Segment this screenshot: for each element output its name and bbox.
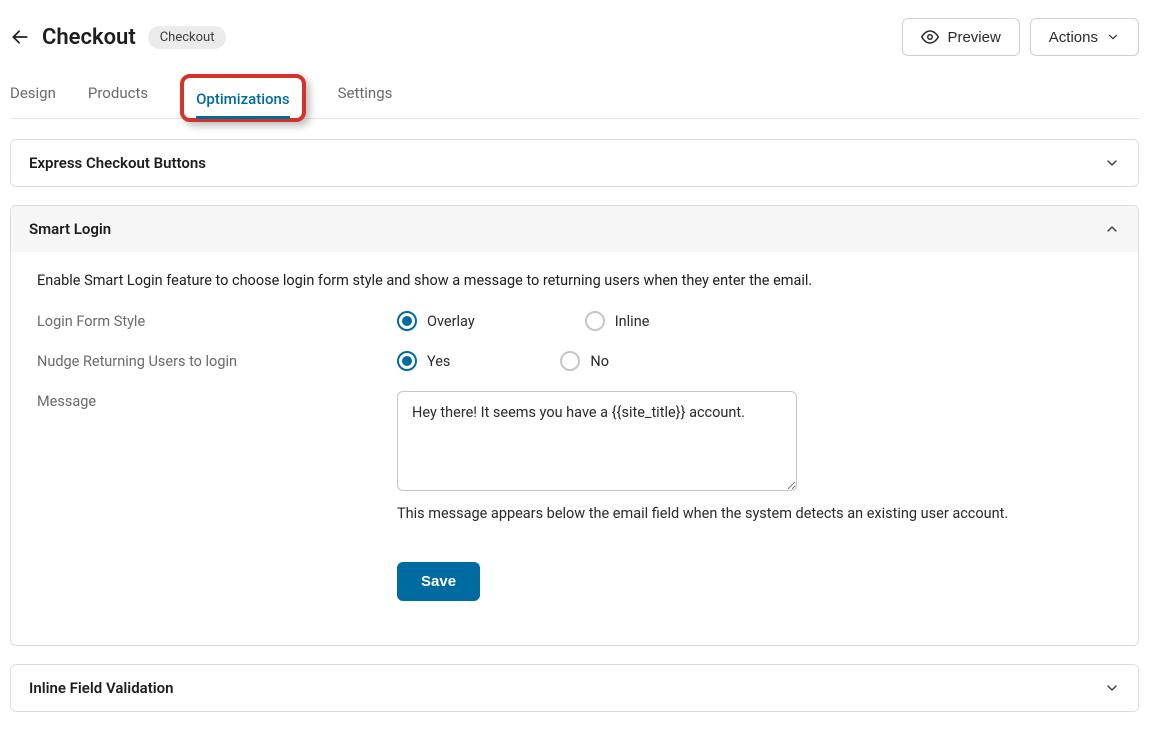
radio-group-nudge: Yes No <box>397 351 1112 371</box>
panel-title: Smart Login <box>29 220 111 238</box>
tab-highlight-annotation: Optimizations <box>180 74 306 122</box>
chevron-down-icon <box>1106 30 1120 44</box>
tab-products[interactable]: Products <box>88 74 148 118</box>
panel-title: Inline Field Validation <box>29 679 174 697</box>
save-button[interactable]: Save <box>397 562 480 601</box>
panel-header-express-checkout[interactable]: Express Checkout Buttons <box>11 140 1138 186</box>
radio-label: No <box>590 353 609 370</box>
label-nudge: Nudge Returning Users to login <box>37 351 397 370</box>
panel-header-inline-validation[interactable]: Inline Field Validation <box>11 665 1138 711</box>
tab-optimizations[interactable]: Optimizations <box>196 80 290 118</box>
panel-title: Express Checkout Buttons <box>29 154 206 172</box>
message-control: This message appears below the email fie… <box>397 391 1112 522</box>
eye-icon <box>921 28 939 46</box>
preview-button-label: Preview <box>947 29 1000 46</box>
panel-inline-field-validation: Inline Field Validation <box>10 664 1139 712</box>
radio-no[interactable]: No <box>560 351 609 371</box>
message-textarea[interactable] <box>397 391 797 491</box>
actions-button-label: Actions <box>1049 29 1098 46</box>
radio-group-login-form-style: Overlay Inline <box>397 311 1112 331</box>
radio-icon <box>585 311 605 331</box>
label-login-form-style: Login Form Style <box>37 311 397 330</box>
tab-settings[interactable]: Settings <box>338 74 393 118</box>
tab-design[interactable]: Design <box>10 74 56 118</box>
radio-label: Inline <box>615 313 650 330</box>
row-nudge-returning-users: Nudge Returning Users to login Yes No <box>37 351 1112 371</box>
row-message: Message This message appears below the e… <box>37 391 1112 522</box>
header-right: Preview Actions <box>902 18 1139 56</box>
message-help-text: This message appears below the email fie… <box>397 505 1112 522</box>
radio-label: Overlay <box>427 313 475 330</box>
radio-yes[interactable]: Yes <box>397 351 450 371</box>
chevron-down-icon <box>1104 155 1120 171</box>
radio-label: Yes <box>427 353 450 370</box>
panel-smart-login: Smart Login Enable Smart Login feature t… <box>10 205 1139 646</box>
preview-button[interactable]: Preview <box>902 18 1019 56</box>
panels-container: Express Checkout Buttons Smart Login Ena… <box>10 139 1139 712</box>
panel-body-smart-login: Enable Smart Login feature to choose log… <box>11 252 1138 645</box>
radio-icon <box>397 351 417 371</box>
page-header: Checkout Checkout Preview Actions <box>10 10 1139 74</box>
label-message: Message <box>37 391 397 410</box>
page-type-badge: Checkout <box>148 26 227 49</box>
back-arrow-icon[interactable] <box>10 27 30 47</box>
radio-icon <box>397 311 417 331</box>
page-title: Checkout <box>42 25 136 50</box>
radio-overlay[interactable]: Overlay <box>397 311 475 331</box>
panel-header-smart-login[interactable]: Smart Login <box>11 206 1138 252</box>
row-save: Save <box>37 542 1112 601</box>
radio-icon <box>560 351 580 371</box>
tab-bar: Design Products Optimizations Settings <box>10 74 1139 119</box>
smart-login-description: Enable Smart Login feature to choose log… <box>37 272 1112 289</box>
header-left: Checkout Checkout <box>10 25 226 50</box>
chevron-up-icon <box>1104 221 1120 237</box>
panel-express-checkout: Express Checkout Buttons <box>10 139 1139 187</box>
row-login-form-style: Login Form Style Overlay Inline <box>37 311 1112 331</box>
actions-button[interactable]: Actions <box>1030 18 1139 56</box>
radio-inline[interactable]: Inline <box>585 311 650 331</box>
